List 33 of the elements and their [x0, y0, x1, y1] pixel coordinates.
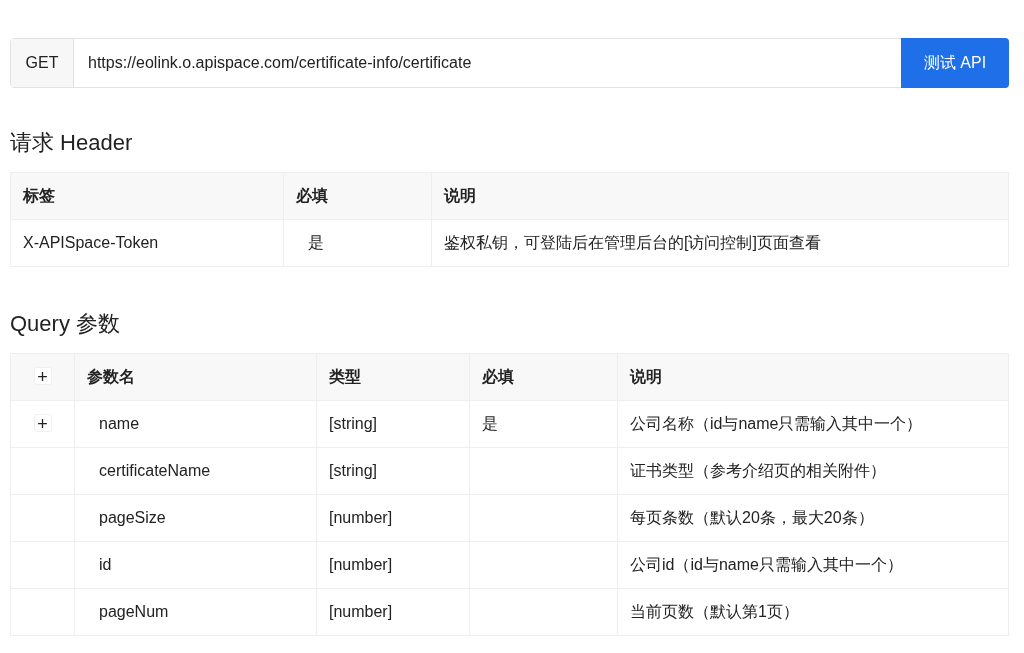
column-header: 必填 — [469, 353, 618, 401]
table-cell: id — [74, 541, 317, 589]
table-cell: pageNum — [74, 588, 317, 636]
table-cell: 当前页数（默认第1页） — [617, 588, 1009, 636]
table-cell: 是 — [283, 219, 432, 267]
column-header: 说明 — [617, 353, 1009, 401]
table-cell: [string] — [316, 400, 470, 448]
section-title: 请求 Header — [10, 129, 134, 157]
column-header: 类型 — [316, 353, 470, 401]
table-cell: [string] — [316, 447, 470, 495]
table-cell: [number] — [316, 588, 470, 636]
column-header: 标签 — [10, 172, 284, 220]
table-cell: 鉴权私钥，可登陆后在管理后台的[访问控制]页面查看 — [431, 219, 1009, 267]
table-cell: [number] — [316, 541, 470, 589]
table-cell: X-APISpace-Token — [10, 219, 284, 267]
http-method: GET — [11, 39, 74, 87]
table-cell: 公司id（id与name只需输入其中一个） — [617, 541, 1009, 589]
expand-row-button[interactable]: + — [33, 414, 52, 432]
table-cell: 是 — [469, 400, 618, 448]
table-cell: name — [74, 400, 317, 448]
column-header: 参数名 — [74, 353, 317, 401]
table-cell: pageSize — [74, 494, 317, 542]
column-header: 说明 — [431, 172, 1009, 220]
table-cell: certificateName — [74, 447, 317, 495]
table-cell: [number] — [316, 494, 470, 542]
url-field[interactable]: https://eolink.o.apispace.com/certificate-info/certificate — [74, 39, 901, 87]
table-cell: 每页条数（默认20条，最大20条） — [617, 494, 1009, 542]
table-cell: 公司名称（id与name只需输入其中一个） — [617, 400, 1009, 448]
expand-all-button[interactable]: + — [33, 367, 52, 385]
table-cell: 证书类型（参考介绍页的相关附件） — [617, 447, 1009, 495]
column-header: 必填 — [283, 172, 432, 220]
section-title: Query 参数 — [10, 310, 122, 338]
test-api-button[interactable]: 测试 API — [901, 38, 1009, 88]
